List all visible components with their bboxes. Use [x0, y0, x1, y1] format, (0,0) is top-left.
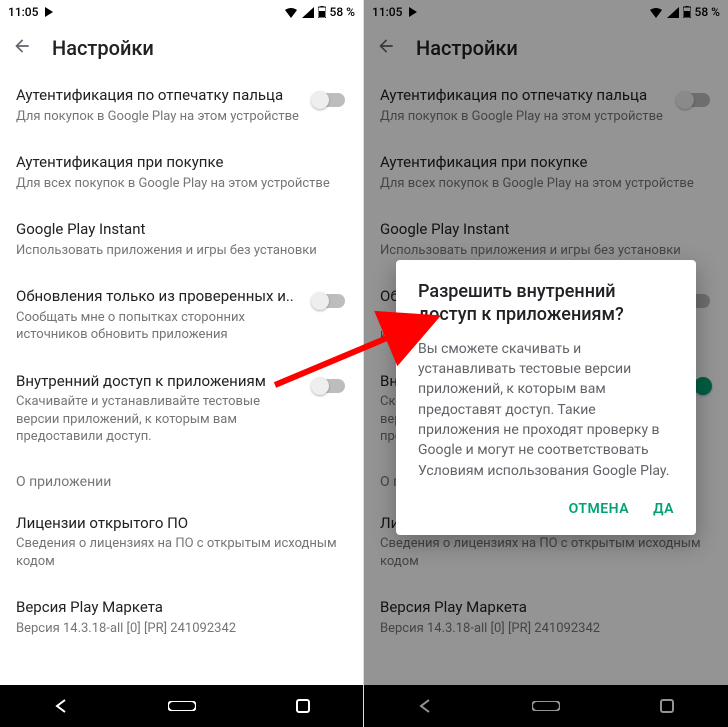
item-title: Google Play Instant	[16, 220, 347, 240]
item-title: Лицензии открытого ПО	[16, 514, 347, 534]
dialog-body: Вы сможете скачивать и устанавливать тес…	[418, 339, 674, 481]
settings-list: Аутентификация по отпечатку пальца Для п…	[0, 72, 363, 652]
internal-switch[interactable]	[311, 376, 347, 396]
item-version[interactable]: Версия Play Маркета Версия 14.3.18-all […	[0, 584, 363, 651]
item-title: Аутентификация по отпечатку пальца	[16, 86, 301, 106]
item-title: Обновления только из проверенных и..	[16, 287, 301, 307]
updates-switch[interactable]	[311, 291, 347, 311]
clock: 11:05	[8, 5, 38, 19]
status-bar: 11:05 58 %	[0, 0, 363, 24]
play-icon	[44, 6, 54, 18]
item-instant[interactable]: Google Play Instant Использовать приложе…	[0, 206, 363, 273]
item-subtitle: Для покупок в Google Play на этом устрой…	[16, 108, 301, 126]
item-updates[interactable]: Обновления только из проверенных и.. Соо…	[0, 273, 363, 358]
item-subtitle: Для всех покупок в Google Play на этом у…	[16, 175, 347, 193]
item-licenses[interactable]: Лицензии открытого ПО Сведения о лицензи…	[0, 500, 363, 585]
item-purchase-auth[interactable]: Аутентификация при покупке Для всех поку…	[0, 139, 363, 206]
screen-left: 11:05 58 % Наст	[0, 0, 364, 727]
item-internal-access[interactable]: Внутренний доступ к приложениям Скачивай…	[0, 358, 363, 460]
ok-button[interactable]: ДА	[653, 501, 674, 517]
item-title: Аутентификация при покупке	[16, 153, 347, 173]
signal-icon	[302, 7, 314, 18]
nav-home[interactable]	[152, 694, 212, 718]
nav-back[interactable]	[31, 694, 91, 718]
app-bar: Настройки	[0, 24, 363, 72]
item-subtitle: Использовать приложения и игры без устан…	[16, 242, 347, 260]
dialog-title: Разрешить внутренний доступ к приложения…	[418, 280, 674, 327]
cancel-button[interactable]: ОТМЕНА	[569, 501, 629, 517]
item-subtitle: Версия 14.3.18-all [0] [PR] 241092342	[16, 620, 347, 638]
item-subtitle: Сведения о лицензиях на ПО с открытым ис…	[16, 535, 347, 570]
wifi-icon	[284, 7, 298, 18]
back-icon[interactable]	[12, 36, 32, 60]
section-about: О приложении	[0, 460, 363, 500]
battery-icon	[318, 6, 326, 18]
nav-recent[interactable]	[273, 694, 333, 718]
battery-percent: 58 %	[330, 5, 355, 19]
confirm-dialog: Разрешить внутренний доступ к приложения…	[396, 260, 696, 535]
item-subtitle: Сообщать мне о попытках сторонних источн…	[16, 309, 301, 344]
fingerprint-switch[interactable]	[311, 90, 347, 110]
item-title: Версия Play Маркета	[16, 598, 347, 618]
item-fingerprint[interactable]: Аутентификация по отпечатку пальца Для п…	[0, 72, 363, 139]
nav-bar	[0, 685, 363, 727]
item-title: Внутренний доступ к приложениям	[16, 372, 301, 392]
page-title: Настройки	[52, 36, 154, 60]
screen-right: 11:05 58 % Наст	[364, 0, 728, 727]
item-subtitle: Скачивайте и устанавливайте тестовые вер…	[16, 393, 301, 446]
